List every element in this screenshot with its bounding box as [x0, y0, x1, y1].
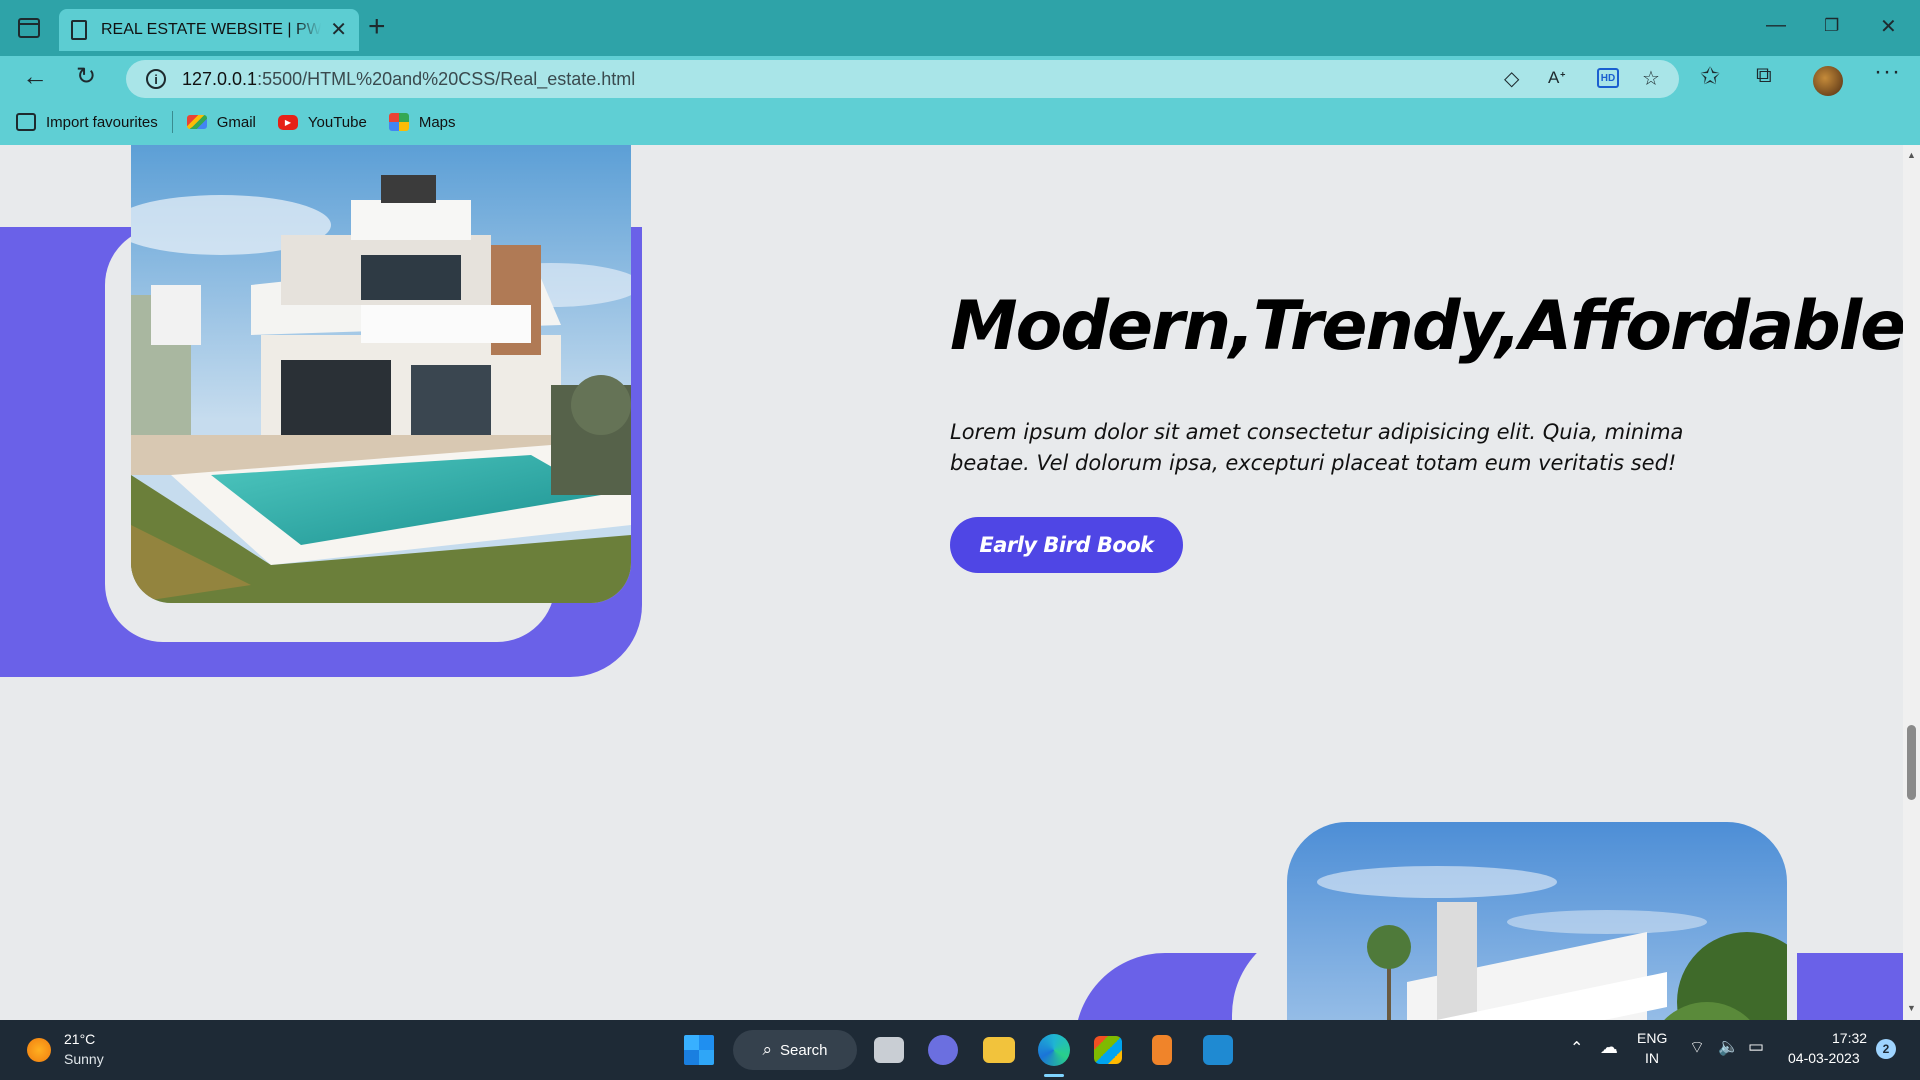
hero-title: Modern,Trendy,Affordable: [950, 287, 1903, 366]
volume-icon[interactable]: 🔈: [1718, 1037, 1739, 1057]
show-hidden-icons-icon[interactable]: ⌃: [1570, 1038, 1583, 1058]
bookmarks-bar: Import favourites Gmail ▶ YouTube Maps: [0, 102, 478, 142]
villa-image: [1287, 822, 1787, 1020]
tab-bar: REAL ESTATE WEBSITE | PW Assi ✕ + — ❐ ✕: [0, 0, 1920, 56]
bookmark-youtube[interactable]: ▶ YouTube: [277, 113, 367, 131]
restore-icon[interactable]: ❐: [1824, 16, 1839, 36]
start-windows-icon[interactable]: [684, 1035, 714, 1065]
bookmark-maps[interactable]: Maps: [388, 113, 456, 131]
office-app-icon[interactable]: [1152, 1035, 1172, 1065]
coupon-tag-icon[interactable]: ◇: [1504, 66, 1519, 91]
edge-browser-icon[interactable]: [1038, 1034, 1070, 1066]
tab-title: REAL ESTATE WEBSITE | PW Assi: [101, 21, 321, 38]
vscode-icon[interactable]: [1203, 1035, 1233, 1065]
active-app-indicator: [1044, 1074, 1064, 1077]
url-path: :5500/HTML%20and%20CSS/Real_estate.html: [257, 68, 636, 89]
search-icon: ⌕: [762, 1040, 772, 1059]
battery-icon[interactable]: ▭: [1748, 1037, 1764, 1057]
clock-date[interactable]: 04-03-2023: [1788, 1050, 1860, 1066]
weather-temperature[interactable]: 21°C: [64, 1031, 95, 1047]
task-view-icon[interactable]: [874, 1037, 904, 1063]
bookmark-gmail[interactable]: Gmail: [186, 113, 256, 131]
taskbar-search[interactable]: ⌕ Search: [733, 1030, 857, 1070]
browser-tab[interactable]: REAL ESTATE WEBSITE | PW Assi ✕: [59, 9, 359, 51]
maps-icon: [388, 113, 409, 131]
import-icon: [16, 113, 36, 131]
bookmark-label: YouTube: [307, 113, 367, 131]
search-label: Search: [780, 1041, 828, 1059]
tab-actions-icon[interactable]: [18, 18, 40, 38]
url-host: 127.0.0.1: [182, 68, 258, 89]
modern-house-image: [131, 145, 631, 603]
teams-chat-icon[interactable]: [928, 1035, 958, 1065]
site-info-icon[interactable]: i: [146, 69, 166, 89]
notification-badge[interactable]: 2: [1876, 1039, 1896, 1059]
bookmark-label: Import favourites: [46, 113, 158, 131]
bookmark-import-favourites[interactable]: Import favourites: [16, 113, 158, 131]
bookmark-divider: [171, 111, 173, 133]
page-viewport: Modern,Trendy,Affordable Lorem ipsum dol…: [0, 145, 1903, 1020]
bookmark-label: Maps: [418, 113, 456, 131]
scroll-thumb[interactable]: [1907, 725, 1916, 800]
video-enhance-icon[interactable]: HD: [1597, 68, 1619, 88]
navigation-bar: ← ↻ i 127.0.0.1:5500/HTML%20and%20CSS/Re…: [0, 56, 1920, 157]
scroll-up-icon[interactable]: ▲: [1907, 150, 1916, 160]
wifi-icon[interactable]: ⌔: [1689, 1037, 1705, 1058]
minimize-icon[interactable]: —: [1766, 14, 1786, 37]
more-menu-icon[interactable]: ···: [1874, 58, 1901, 86]
refresh-icon[interactable]: ↻: [76, 62, 96, 91]
windows-taskbar: 21°C Sunny ⌕ Search ⌃ ☁ ENG IN ⌔ 🔈 ▭ 17:…: [0, 1020, 1920, 1080]
microsoft-store-icon[interactable]: [1094, 1036, 1122, 1064]
close-tab-icon[interactable]: ✕: [330, 20, 347, 40]
youtube-icon: ▶: [277, 114, 298, 130]
file-explorer-icon[interactable]: [983, 1037, 1015, 1063]
gmail-icon: [186, 115, 207, 129]
bookmark-label: Gmail: [216, 113, 256, 131]
language-region[interactable]: IN: [1645, 1050, 1659, 1066]
new-tab-icon[interactable]: +: [368, 12, 386, 42]
clock-time[interactable]: 17:32: [1832, 1030, 1867, 1046]
page-scrollbar[interactable]: ▲ ▼: [1903, 145, 1920, 1020]
collections-icon[interactable]: ⧉: [1756, 62, 1772, 88]
back-icon[interactable]: ←: [22, 61, 48, 92]
hero-description: Lorem ipsum dolor sit amet consectetur a…: [950, 420, 1684, 475]
favourites-icon[interactable]: ✩: [1700, 62, 1720, 91]
close-window-icon[interactable]: ✕: [1880, 14, 1897, 39]
sun-icon[interactable]: [27, 1038, 51, 1062]
onedrive-cloud-icon[interactable]: ☁: [1600, 1037, 1618, 1058]
scroll-down-icon[interactable]: ▼: [1907, 1003, 1916, 1013]
address-bar[interactable]: i 127.0.0.1:5500/HTML%20and%20CSS/Real_e…: [126, 60, 1679, 98]
language-code[interactable]: ENG: [1637, 1030, 1667, 1046]
weather-description[interactable]: Sunny: [64, 1051, 104, 1067]
read-aloud-icon[interactable]: Aᐩ: [1548, 68, 1566, 88]
add-favourite-icon[interactable]: ☆: [1642, 66, 1660, 91]
document-icon: [71, 20, 87, 40]
profile-avatar[interactable]: [1813, 66, 1843, 96]
early-bird-book-button[interactable]: Early Bird Book: [950, 517, 1183, 573]
